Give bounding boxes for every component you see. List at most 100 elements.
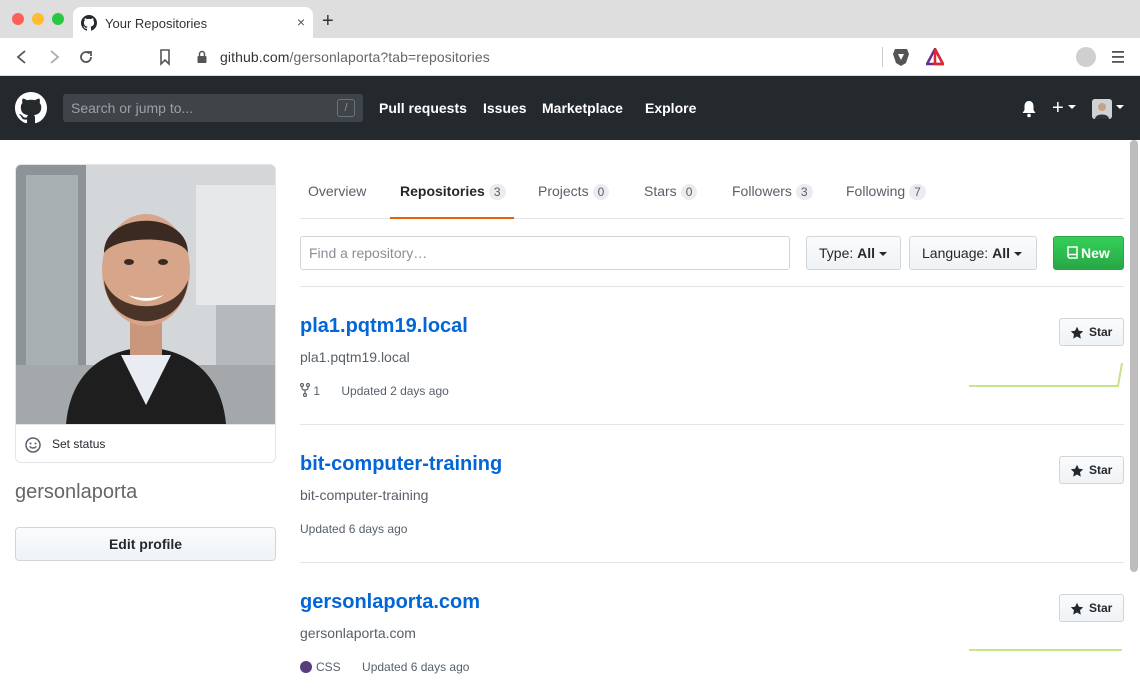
window-zoom-button[interactable] — [52, 13, 64, 25]
create-new-plus-icon[interactable]: + — [1052, 98, 1064, 118]
language-color-dot — [300, 660, 312, 673]
tab-stars-label: Stars — [644, 183, 677, 199]
url-path: /gersonlaporta?tab=repositories — [289, 49, 490, 65]
browser-tab-close-icon[interactable]: × — [297, 14, 305, 30]
url-domain: github.com — [220, 49, 290, 65]
tab-repositories-count: 3 — [488, 184, 506, 200]
repo-language-label: CSS — [316, 659, 341, 674]
find-repository-input[interactable] — [300, 236, 790, 270]
url-text: github.com/gersonlaporta?tab=repositorie… — [220, 49, 490, 65]
repo-name-link[interactable]: gersonlaporta.com — [300, 591, 480, 614]
repo-forks-count: 1 — [313, 384, 321, 399]
create-new-caret-icon — [1068, 105, 1076, 109]
tab-stars[interactable]: Stars 0 — [644, 183, 698, 200]
new-repository-button[interactable]: New — [1053, 236, 1124, 270]
profile-tabs: Overview Repositories 3 Projects 0 Stars 0 … — [300, 164, 1124, 219]
user-avatar-menu[interactable] — [1092, 99, 1112, 119]
tab-following[interactable]: Following 7 — [846, 183, 926, 200]
nav-explore[interactable]: Explore — [645, 100, 696, 116]
profile-photo-image — [16, 165, 275, 424]
language-filter-dropdown[interactable]: Language: All — [909, 236, 1037, 270]
window-minimize-button[interactable] — [32, 13, 44, 25]
language-filter-caret-icon — [1013, 252, 1022, 257]
repo-meta: CSS Updated 6 days ago — [300, 659, 487, 674]
back-icon[interactable] — [12, 47, 32, 67]
star-icon — [1070, 602, 1084, 615]
set-status-button[interactable]: Set status — [16, 424, 275, 462]
page-scrollbar[interactable] — [1130, 140, 1138, 572]
repo-updated: Updated 6 days ago — [362, 659, 470, 674]
type-filter-label: Type: — [819, 245, 854, 261]
repo-description: pla1.pqtm19.local — [300, 349, 410, 365]
activity-sparkline — [969, 649, 1122, 651]
repo-forks[interactable]: 1 — [299, 383, 321, 399]
star-label: Star — [1089, 601, 1113, 615]
tab-following-count: 7 — [909, 184, 926, 200]
repo-book-icon — [1067, 246, 1078, 259]
type-filter-caret-icon — [879, 252, 888, 257]
profile-photo[interactable] — [16, 165, 275, 424]
browser-toolbar: github.com/gersonlaporta?tab=repositorie… — [0, 38, 1140, 76]
star-button[interactable]: Star — [1059, 318, 1124, 346]
github-favicon-icon — [81, 15, 97, 31]
browser-tab-title: Your Repositories — [105, 16, 208, 31]
new-tab-button[interactable]: + — [322, 11, 334, 31]
star-button[interactable]: Star — [1059, 456, 1124, 484]
address-bar[interactable]: github.com/gersonlaporta?tab=repositorie… — [186, 43, 952, 71]
repo-description: gersonlaporta.com — [300, 625, 416, 641]
forward-icon[interactable] — [44, 47, 64, 67]
repo-description: bit-computer-training — [300, 487, 429, 503]
notifications-bell-icon[interactable] — [1021, 100, 1037, 118]
repo-meta: 1 Updated 2 days ago — [299, 383, 467, 399]
repo-updated: Updated 6 days ago — [300, 521, 408, 536]
star-label: Star — [1089, 325, 1113, 339]
repo-name-link[interactable]: pla1.pqtm19.local — [300, 315, 468, 338]
language-filter-label: Language: — [922, 245, 989, 261]
reload-icon[interactable] — [76, 47, 96, 67]
edit-profile-button[interactable]: Edit profile — [15, 527, 276, 561]
profile-avatar-card: Set status — [15, 164, 276, 463]
repo-list-item: gersonlaporta.com gersonlaporta.com CSS … — [300, 563, 1124, 700]
fork-icon — [299, 383, 311, 398]
star-icon — [1070, 464, 1084, 477]
browser-tab[interactable]: Your Repositories × — [73, 7, 313, 38]
tab-projects[interactable]: Projects 0 — [538, 183, 610, 200]
type-filter-dropdown[interactable]: Type: All — [806, 236, 901, 270]
window-close-button[interactable] — [12, 13, 24, 25]
activity-sparkline — [969, 362, 1123, 387]
tab-followers[interactable]: Followers 3 — [732, 183, 813, 200]
smiley-icon — [25, 437, 41, 453]
tab-repositories[interactable]: Repositories 3 — [400, 183, 506, 200]
repo-list-item: pla1.pqtm19.local pla1.pqtm19.local 1 Up… — [299, 287, 1124, 425]
user-menu-caret-icon — [1116, 105, 1124, 109]
type-filter-value: All — [857, 245, 876, 261]
bookmark-icon[interactable] — [155, 47, 175, 67]
tab-followers-label: Followers — [732, 183, 792, 199]
tab-followers-count: 3 — [795, 184, 813, 200]
repo-meta: Updated 6 days ago — [300, 521, 425, 536]
repo-updated: Updated 2 days ago — [341, 383, 449, 398]
nav-pull-requests[interactable]: Pull requests — [379, 100, 467, 116]
tab-stars-count: 0 — [680, 184, 698, 200]
star-label: Star — [1089, 463, 1113, 477]
nav-issues[interactable]: Issues — [483, 100, 527, 116]
tab-following-label: Following — [846, 183, 906, 199]
new-repository-label: New — [1081, 245, 1110, 261]
lock-icon — [197, 50, 207, 63]
github-logo-icon[interactable] — [15, 92, 47, 124]
repo-name-link[interactable]: bit-computer-training — [300, 453, 502, 476]
brave-shields-icon[interactable] — [892, 47, 910, 67]
search-shortcut-key: / — [337, 99, 355, 117]
browser-menu-icon[interactable] — [1111, 48, 1125, 66]
tab-overview-label: Overview — [308, 183, 367, 199]
global-search-input[interactable]: Search or jump to... / — [63, 94, 363, 122]
browser-tab-bar: Your Repositories × + — [0, 0, 1140, 38]
set-status-label: Set status — [52, 437, 106, 451]
repo-language: CSS — [300, 660, 341, 674]
browser-profile-icon[interactable] — [1076, 47, 1096, 67]
tab-repositories-label: Repositories — [400, 183, 485, 199]
star-button[interactable]: Star — [1059, 594, 1124, 622]
tab-overview[interactable]: Overview — [308, 183, 366, 199]
brave-rewards-icon[interactable] — [926, 48, 944, 66]
nav-marketplace[interactable]: Marketplace — [542, 100, 623, 116]
